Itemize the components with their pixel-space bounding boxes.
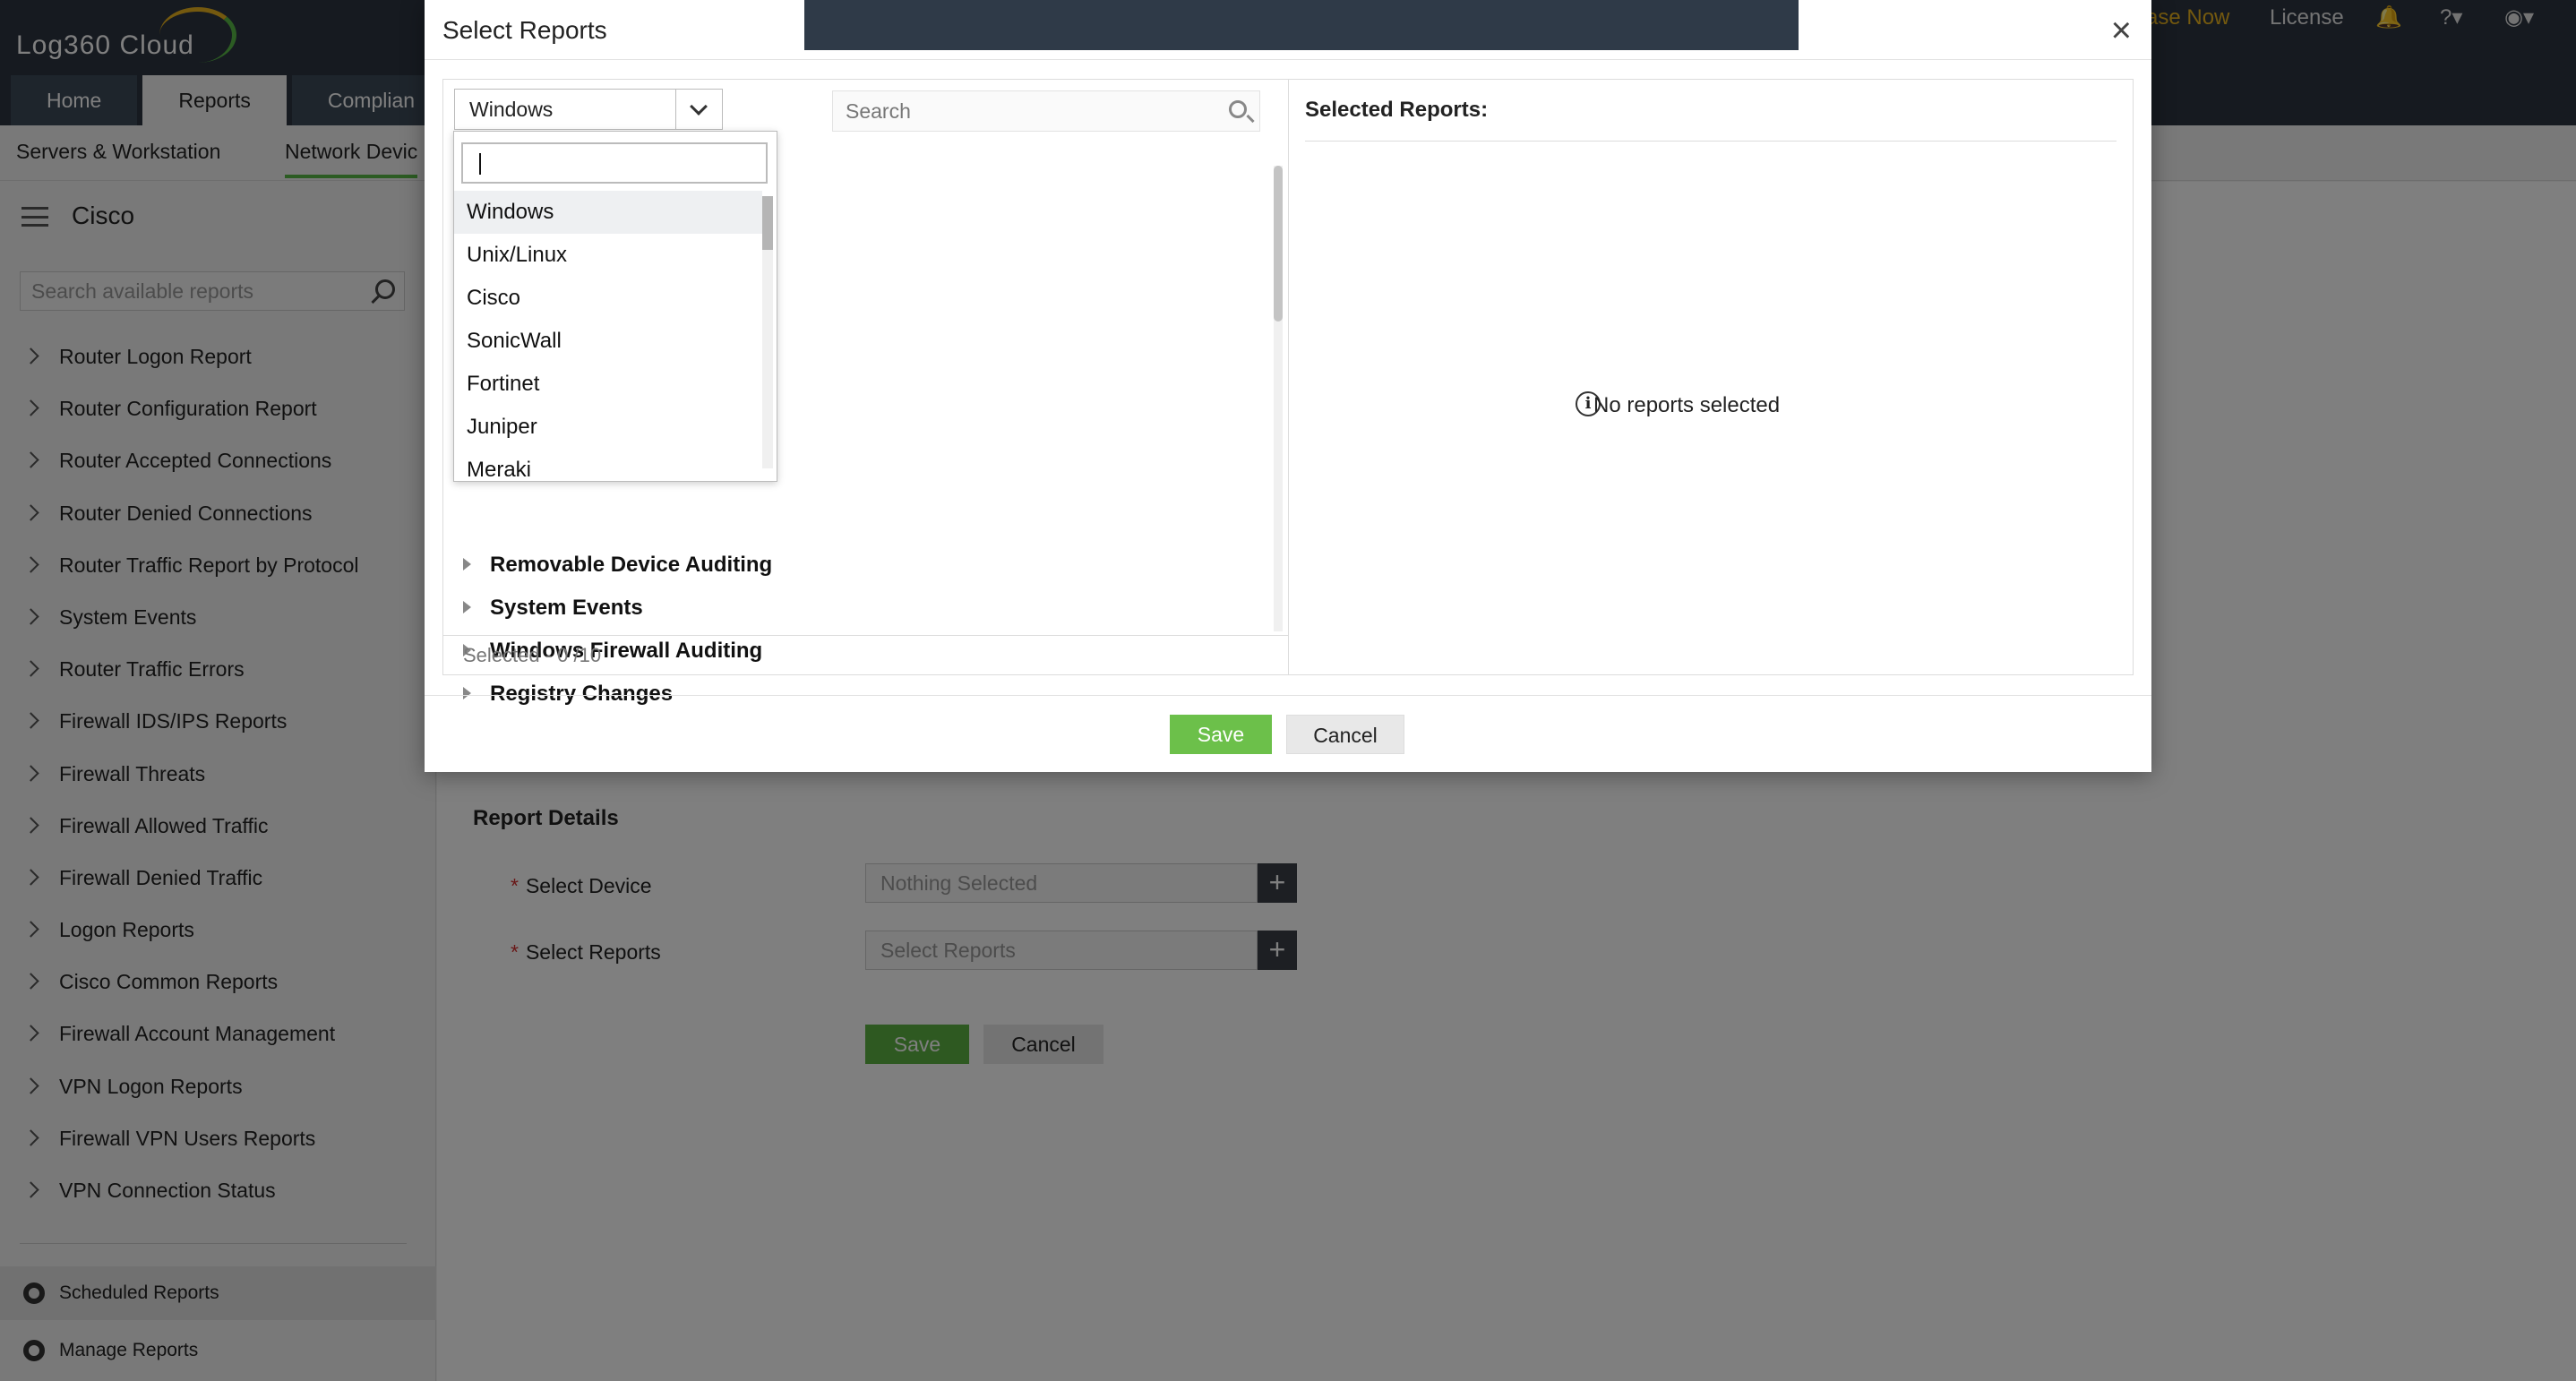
empty-selection-message: No reports selected <box>1593 393 1781 417</box>
dropdown-option-windows[interactable]: Windows <box>454 191 762 234</box>
selected-count: Selected - 0 /10 <box>463 644 602 666</box>
selected-reports-title: Selected Reports: <box>1305 98 1489 122</box>
dropdown-option-juniper[interactable]: Juniper <box>454 406 762 449</box>
tree-item-removable-device[interactable]: Removable Device Auditing <box>462 553 772 578</box>
modal-header-band <box>804 0 1799 50</box>
close-icon[interactable]: × <box>2111 13 2132 48</box>
platform-select[interactable]: Windows <box>454 89 723 130</box>
modal-footer-divider <box>425 695 2151 696</box>
modal-save-button[interactable]: Save <box>1170 715 1272 754</box>
pane-footer-divider <box>443 635 1289 636</box>
dropdown-option-sonicwall[interactable]: SonicWall <box>454 320 762 363</box>
platform-select-toggle[interactable] <box>675 90 722 129</box>
dropdown-filter-input[interactable] <box>461 142 768 184</box>
text-cursor <box>479 153 481 175</box>
tree-scrollbar-thumb[interactable] <box>1274 166 1283 322</box>
dropdown-option-unix[interactable]: Unix/Linux <box>454 234 762 277</box>
tree-item-system-events[interactable]: System Events <box>463 596 643 621</box>
dropdown-option-cisco[interactable]: Cisco <box>454 277 762 320</box>
search-icon[interactable] <box>1229 100 1247 118</box>
report-search-placeholder: Search <box>846 99 911 123</box>
selected-reports-pane: Selected Reports: i No reports selected <box>1289 80 2133 674</box>
dropdown-option-meraki[interactable]: Meraki <box>454 449 762 481</box>
modal-header-divider <box>425 59 2151 60</box>
report-search-input[interactable]: Search <box>832 90 1260 132</box>
platform-select-value: Windows <box>469 98 554 121</box>
chevron-down-icon <box>690 98 708 116</box>
dropdown-scrollbar-thumb[interactable] <box>762 196 773 250</box>
dropdown-scrollbar[interactable] <box>762 196 773 468</box>
dropdown-option-fortinet[interactable]: Fortinet <box>454 363 762 406</box>
modal-title: Select Reports <box>442 16 607 44</box>
tree-scrollbar[interactable] <box>1274 166 1283 631</box>
dropdown-option-list: Windows Unix/Linux Cisco SonicWall Forti… <box>454 191 762 481</box>
tree-item-registry-changes[interactable]: Registry Changes <box>462 682 673 707</box>
modal-cancel-button[interactable]: Cancel <box>1286 715 1404 754</box>
selected-reports-divider <box>1305 141 2117 142</box>
platform-dropdown: Windows Unix/Linux Cisco SonicWall Forti… <box>453 131 777 482</box>
